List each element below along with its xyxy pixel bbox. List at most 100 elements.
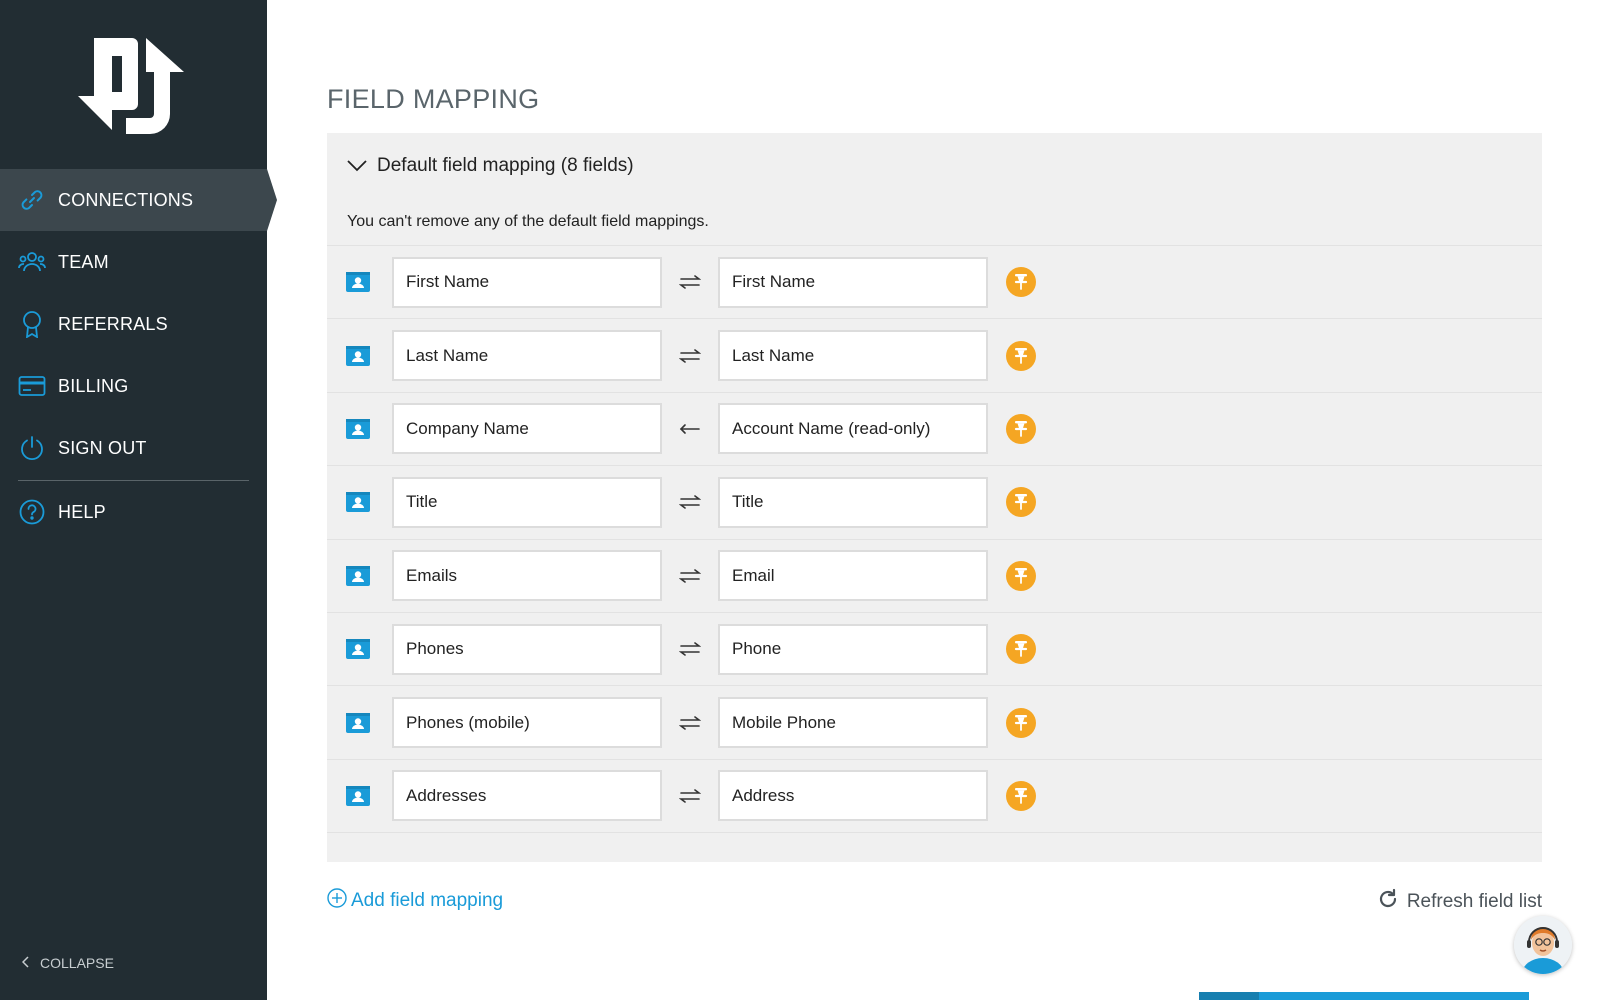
mapping-row: Last Name Last Name — [327, 319, 1542, 393]
sync-both-ways-icon[interactable] — [662, 275, 718, 289]
panel-note: You can't remove any of the default fiel… — [347, 213, 709, 230]
contact-card-icon — [346, 345, 370, 367]
sync-both-ways-icon[interactable] — [662, 568, 718, 583]
pin-icon[interactable] — [1006, 413, 1036, 444]
pin-icon[interactable] — [1006, 487, 1036, 518]
sync-both-ways-icon[interactable] — [662, 642, 718, 656]
contact-card-icon — [346, 785, 370, 807]
source-field[interactable]: Emails — [392, 550, 662, 602]
add-field-mapping-link[interactable]: Add field mapping — [327, 888, 503, 914]
sidebar-item-sign-out[interactable]: SIGN OUT — [0, 417, 267, 479]
link-icon — [18, 186, 46, 214]
collapse-button[interactable]: COLLAPSE — [21, 955, 114, 971]
sidebar-nav: CONNECTIONS TEAM REFERRALS BILLING SIGN … — [0, 169, 277, 543]
pin-icon[interactable] — [1006, 707, 1036, 738]
support-avatar[interactable] — [1514, 916, 1572, 974]
chevron-down-icon — [347, 160, 367, 172]
sync-both-ways-icon[interactable] — [662, 495, 718, 510]
mapping-row: First Name First Name — [327, 246, 1542, 320]
source-field[interactable]: First Name — [392, 256, 662, 308]
source-field-value: Title — [406, 492, 438, 512]
mapping-rows: First Name First Name Last Name Last Name Co… — [327, 245, 1542, 834]
refresh-field-list-link[interactable]: Refresh field list — [1377, 888, 1542, 916]
source-field[interactable]: Last Name — [392, 330, 662, 382]
pin-icon[interactable] — [1006, 560, 1036, 591]
pin-icon[interactable] — [1006, 634, 1036, 665]
sidebar-item-label: TEAM — [58, 251, 109, 272]
mapping-row: Title Title — [327, 466, 1542, 540]
target-field-value: Account Name (read-only) — [732, 418, 931, 438]
sync-both-ways-icon[interactable] — [662, 789, 718, 803]
sync-both-ways-icon[interactable] — [662, 715, 718, 730]
sidebar: CONNECTIONS TEAM REFERRALS BILLING SIGN … — [0, 0, 277, 1000]
sidebar-item-label: CONNECTIONS — [58, 189, 194, 210]
arrow-left-icon[interactable] — [662, 423, 718, 435]
chevron-left-icon — [21, 955, 30, 971]
target-field-value: Address — [732, 785, 795, 805]
target-field-value: First Name — [732, 272, 816, 292]
mapping-row: Company Name Account Name (read-only) — [327, 393, 1542, 467]
source-field-value: Last Name — [406, 345, 489, 365]
contact-card-icon — [346, 418, 370, 440]
source-field[interactable]: Phones (mobile) — [392, 697, 662, 749]
sidebar-item-label: BILLING — [58, 375, 129, 396]
contact-card-icon — [346, 565, 370, 587]
target-field[interactable]: Address — [718, 770, 988, 822]
pin-icon[interactable] — [1006, 340, 1036, 371]
sidebar-item-referrals[interactable]: REFERRALS — [0, 293, 267, 355]
target-field[interactable]: Last Name — [718, 330, 988, 382]
panel-title: Default field mapping (8 fields) — [377, 155, 634, 176]
power-icon — [18, 434, 46, 462]
sidebar-item-help[interactable]: HELP — [0, 481, 267, 543]
target-field[interactable]: Title — [718, 476, 988, 528]
target-field[interactable]: Email — [718, 550, 988, 602]
panel-toggle[interactable]: Default field mapping (8 fields) — [327, 133, 1542, 199]
target-field[interactable]: Account Name (read-only) — [718, 403, 988, 455]
bottom-action-bar[interactable] — [1199, 992, 1529, 1000]
target-field-value: Last Name — [732, 345, 815, 365]
pin-icon[interactable] — [1006, 267, 1036, 298]
refresh-icon — [1377, 888, 1399, 916]
sync-both-ways-icon[interactable] — [662, 348, 718, 363]
contact-card-icon — [346, 491, 370, 513]
target-field-value: Mobile Phone — [732, 712, 836, 732]
mapping-row: Phones Phone — [327, 613, 1542, 687]
source-field-value: Emails — [406, 565, 458, 585]
help-icon — [18, 498, 46, 526]
source-field-value: Addresses — [406, 785, 487, 805]
contact-card-icon — [346, 712, 370, 734]
target-field[interactable]: Phone — [718, 623, 988, 675]
app-logo — [74, 34, 192, 134]
sidebar-item-connections[interactable]: CONNECTIONS — [0, 169, 277, 231]
mapping-row: Emails Email — [327, 540, 1542, 613]
source-field-value: Phones (mobile) — [406, 712, 530, 732]
mapping-row: Addresses Address — [327, 760, 1542, 834]
target-field[interactable]: First Name — [718, 256, 988, 308]
add-field-mapping-label: Add field mapping — [351, 890, 504, 911]
sidebar-item-team[interactable]: TEAM — [0, 231, 267, 293]
source-field[interactable]: Company Name — [392, 403, 662, 455]
source-field-value: First Name — [406, 272, 490, 292]
page-title: FIELD MAPPING — [327, 84, 540, 114]
target-field-value: Title — [732, 492, 764, 512]
source-field[interactable]: Phones — [392, 623, 662, 675]
sidebar-item-billing[interactable]: BILLING — [0, 355, 267, 417]
target-field-value: Phone — [732, 639, 782, 659]
pin-icon[interactable] — [1006, 780, 1036, 811]
team-icon — [18, 248, 46, 276]
footer-links: Add field mapping Refresh field list — [327, 888, 1542, 918]
default-mapping-panel: Default field mapping (8 fields) You can… — [327, 133, 1542, 862]
contact-card-icon — [346, 638, 370, 660]
contact-card-icon — [346, 271, 370, 293]
refresh-field-list-label: Refresh field list — [1406, 891, 1542, 912]
source-field[interactable]: Title — [392, 476, 662, 528]
ribbon-icon — [18, 310, 46, 338]
collapse-label: COLLAPSE — [40, 955, 114, 971]
plus-circle-icon — [327, 888, 347, 914]
source-field-value: Company Name — [406, 418, 529, 438]
sidebar-item-label: HELP — [58, 501, 106, 522]
target-field-value: Email — [732, 565, 775, 585]
source-field[interactable]: Addresses — [392, 770, 662, 822]
target-field[interactable]: Mobile Phone — [718, 697, 988, 749]
source-field-value: Phones — [406, 639, 464, 659]
